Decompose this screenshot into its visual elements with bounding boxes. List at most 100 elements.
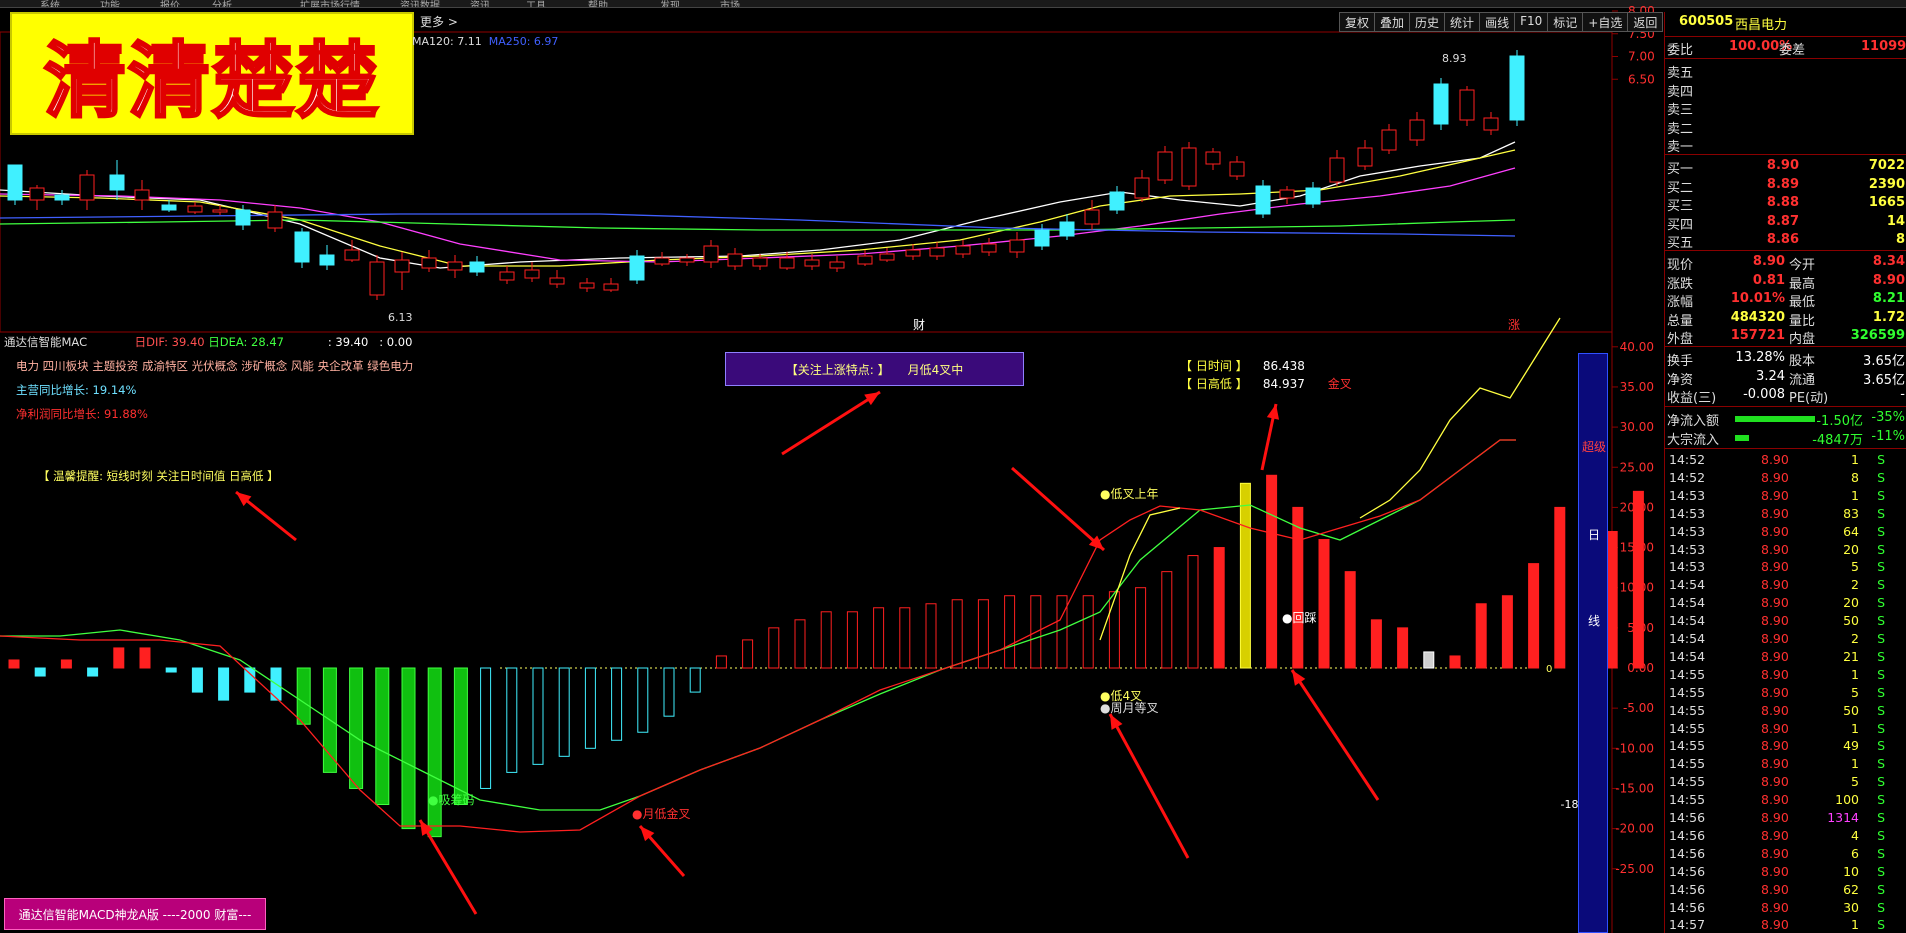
extra-value-1: : 39.40: [327, 335, 369, 349]
toolbar-button[interactable]: 画线: [1479, 12, 1516, 32]
stat2-label: 股本: [1789, 354, 1816, 369]
candle-body: [294, 231, 310, 263]
candle-body: [955, 245, 971, 255]
zhang-marker: 涨: [1508, 317, 1520, 332]
tick-time: 14:57: [1669, 917, 1706, 933]
daily-char-2: 线: [1587, 614, 1600, 628]
tick-row: 14:54 8.90 50 S: [1665, 613, 1906, 631]
mac-bar: [1266, 474, 1278, 669]
tick-volume: 1: [1851, 452, 1859, 467]
mac-bar: [689, 667, 701, 693]
tick-row: 14:54 8.90 2 S: [1665, 577, 1906, 595]
tick-time: 14:55: [1669, 720, 1706, 736]
stat2-label: 流通: [1789, 372, 1816, 388]
tick-price: 8.90: [1761, 827, 1789, 843]
sell-label: 卖二: [1667, 121, 1694, 137]
candle-body: [1109, 191, 1125, 211]
stat-label: 最低: [1789, 295, 1816, 310]
tick-time: 14:55: [1669, 666, 1706, 682]
tick-time: 14:53: [1669, 541, 1706, 557]
mac-bar: [1161, 571, 1173, 669]
stat2-label: PE(动): [1789, 391, 1829, 406]
toolbar-button[interactable]: F10: [1514, 12, 1549, 32]
tick-price: 8.90: [1761, 756, 1789, 772]
tick-time: 14:55: [1669, 774, 1706, 790]
tick-price: 8.90: [1761, 559, 1789, 575]
day-values: 【 日时间 】 86.438 【 日高低 】 84.937 金叉: [1180, 357, 1352, 393]
tick-price: 8.90: [1761, 881, 1789, 897]
toolbar-button[interactable]: 返回: [1627, 12, 1664, 32]
flow-bar: [1735, 416, 1815, 422]
flow-label: 大宗流入: [1667, 432, 1720, 448]
tick-price: 8.90: [1761, 702, 1789, 718]
mac-bar: [925, 603, 937, 669]
price-tick-label: 6.50: [1628, 72, 1655, 86]
tick-time: 14:53: [1669, 559, 1706, 575]
mac-bar: [1239, 482, 1251, 669]
toolbar-button[interactable]: +自选: [1582, 12, 1629, 32]
tick-row: 14:53 8.90 64 S: [1665, 524, 1906, 542]
tick-side: S: [1877, 917, 1885, 933]
toolbar-button[interactable]: 复权: [1339, 12, 1376, 32]
mac-bar: [8, 659, 20, 669]
mac-bar: [1554, 506, 1566, 669]
mac-bar: [480, 667, 492, 789]
mac-bar: [532, 667, 544, 765]
stock-title: 600505 西昌电力: [1665, 14, 1906, 33]
tick-side: S: [1877, 792, 1885, 808]
stat-row: 涨跌 0.81 最高 8.90: [1665, 273, 1906, 292]
candle-body: [134, 189, 150, 201]
stat2-value: 3.65亿: [1863, 354, 1905, 369]
tick-time: 14:56: [1669, 845, 1706, 861]
candle-body: [1509, 55, 1525, 121]
signal-line-2: [1359, 317, 1561, 519]
candle-body: [394, 259, 410, 273]
mac-tick-label: 35.00: [1620, 380, 1654, 394]
tick-volume: 2: [1851, 631, 1859, 646]
tick-side: S: [1877, 702, 1885, 718]
mac-bar: [401, 667, 416, 830]
ann-pullback: ●回踩: [1282, 611, 1316, 625]
tick-row: 14:57 8.90 1 S: [1665, 917, 1906, 933]
chart-toolbar: 复权 叠加 历史 统计 画线 F10 标记 +自选 返回: [1339, 12, 1664, 32]
tick-row: 14:56 8.90 30 S: [1665, 900, 1906, 918]
tick-volume: 1: [1851, 487, 1859, 503]
mac-bar: [34, 667, 46, 677]
tick-time: 14:56: [1669, 863, 1706, 879]
buy-price: 8.88: [1766, 195, 1799, 210]
mac-bar: [1135, 587, 1147, 669]
stat-label: 涨幅: [1667, 295, 1694, 310]
mac-bar: [165, 667, 177, 673]
tick-volume: 30: [1843, 899, 1859, 915]
tick-row: 14:56 8.90 10 S: [1665, 864, 1906, 882]
tick-time: 14:56: [1669, 881, 1706, 897]
tick-volume: 20: [1843, 595, 1859, 611]
concept-tags: 电力 四川板块 主题投资 成渝特区 光伏概念 涉矿概念 风能 央企改革 绿色电力: [16, 359, 414, 373]
stat-row: 总量 484320 量比 1.72: [1665, 309, 1906, 329]
period-selector[interactable]: 超级 日 线: [1578, 353, 1608, 933]
mac-bar: [113, 647, 125, 669]
flow-bar: [1735, 434, 1749, 441]
tick-time: 14:56: [1669, 827, 1706, 843]
toolbar-button[interactable]: 标记: [1547, 12, 1584, 32]
stat-value: 1.72: [1872, 309, 1905, 325]
stat2-value: 3.24: [1756, 368, 1785, 384]
logo-text: 清清楚楚: [42, 33, 380, 131]
dif-value: 日DIF: 39.40: [134, 335, 205, 349]
tick-side: S: [1877, 827, 1885, 843]
focus-value: 月低4叉中: [907, 362, 964, 377]
stat2-row: 换手 13.28% 股本 3.65亿: [1665, 350, 1906, 369]
toolbar-button[interactable]: 叠加: [1374, 12, 1411, 32]
stat-row: 外盘 157721 内盘 326599: [1665, 328, 1906, 347]
more-menu[interactable]: 更多 >: [420, 13, 458, 30]
indicator-title[interactable]: 通达信智能MAC: [4, 335, 87, 349]
toolbar-button[interactable]: 历史: [1409, 12, 1446, 32]
candle-body: [7, 164, 23, 201]
stat-value: 8.21: [1872, 291, 1905, 306]
indicator-name-badge[interactable]: 通达信智能MACD神龙A版 ----2000 财富---: [4, 898, 266, 930]
watermark-logo: 清清楚楚: [10, 12, 414, 135]
mac-tick-label: 25.00: [1620, 460, 1654, 474]
stat-value: 8.90: [1752, 254, 1785, 269]
candle-body: [879, 253, 895, 261]
toolbar-button[interactable]: 统计: [1444, 12, 1481, 32]
